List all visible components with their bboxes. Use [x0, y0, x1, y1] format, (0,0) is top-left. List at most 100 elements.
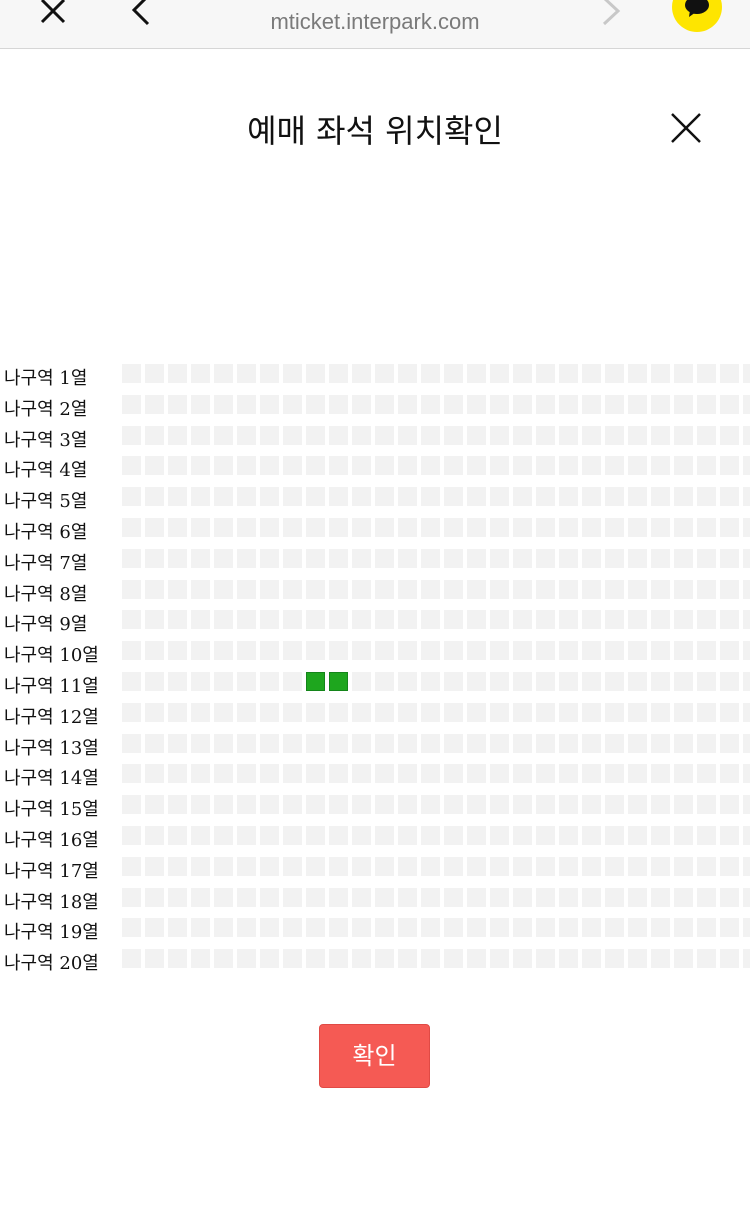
seat[interactable]: [214, 888, 233, 907]
seat[interactable]: [674, 795, 693, 814]
seat[interactable]: [467, 549, 486, 568]
seat[interactable]: [214, 456, 233, 475]
seat[interactable]: [743, 795, 750, 814]
seat[interactable]: [122, 395, 141, 414]
seat[interactable]: [352, 518, 371, 537]
seat[interactable]: [398, 364, 417, 383]
seat[interactable]: [122, 549, 141, 568]
seat[interactable]: [398, 456, 417, 475]
seat[interactable]: [237, 426, 256, 445]
seat[interactable]: [467, 918, 486, 937]
seat[interactable]: [283, 703, 302, 722]
seat[interactable]: [375, 641, 394, 660]
seat[interactable]: [513, 549, 532, 568]
seat[interactable]: [191, 888, 210, 907]
seat[interactable]: [283, 918, 302, 937]
seat[interactable]: [421, 395, 440, 414]
seat[interactable]: [421, 364, 440, 383]
seat[interactable]: [720, 456, 739, 475]
seat[interactable]: [720, 888, 739, 907]
seat[interactable]: [191, 456, 210, 475]
seat[interactable]: [214, 426, 233, 445]
seat[interactable]: [283, 888, 302, 907]
seat[interactable]: [513, 456, 532, 475]
seat[interactable]: [283, 610, 302, 629]
seat[interactable]: [467, 672, 486, 691]
seat[interactable]: [260, 888, 279, 907]
seat[interactable]: [444, 641, 463, 660]
seat[interactable]: [743, 580, 750, 599]
seat[interactable]: [122, 764, 141, 783]
seat[interactable]: [674, 734, 693, 753]
seat[interactable]: [237, 795, 256, 814]
seat[interactable]: [490, 888, 509, 907]
seat[interactable]: [697, 580, 716, 599]
seat[interactable]: [398, 826, 417, 845]
seat[interactable]: [605, 857, 624, 876]
seat[interactable]: [444, 795, 463, 814]
seat[interactable]: [559, 795, 578, 814]
seat[interactable]: [145, 487, 164, 506]
seat[interactable]: [628, 857, 647, 876]
seat[interactable]: [628, 487, 647, 506]
seat[interactable]: [145, 949, 164, 968]
seat[interactable]: [145, 703, 164, 722]
seat[interactable]: [605, 487, 624, 506]
seat[interactable]: [122, 456, 141, 475]
seat[interactable]: [605, 549, 624, 568]
seat[interactable]: [582, 764, 601, 783]
seat[interactable]: [720, 518, 739, 537]
seat[interactable]: [375, 795, 394, 814]
seat[interactable]: [168, 703, 187, 722]
seat[interactable]: [582, 549, 601, 568]
seat[interactable]: [697, 426, 716, 445]
seat[interactable]: [421, 764, 440, 783]
seat[interactable]: [145, 826, 164, 845]
seat[interactable]: [651, 580, 670, 599]
seat[interactable]: [375, 487, 394, 506]
seat[interactable]: [191, 918, 210, 937]
seat[interactable]: [513, 918, 532, 937]
seat[interactable]: [513, 703, 532, 722]
seat[interactable]: [214, 918, 233, 937]
seat[interactable]: [214, 580, 233, 599]
seat[interactable]: [490, 764, 509, 783]
seat[interactable]: [582, 734, 601, 753]
seat[interactable]: [191, 795, 210, 814]
seat[interactable]: [214, 703, 233, 722]
seat[interactable]: [513, 518, 532, 537]
seat[interactable]: [145, 672, 164, 691]
seat[interactable]: [306, 426, 325, 445]
seat[interactable]: [674, 949, 693, 968]
seat[interactable]: [513, 610, 532, 629]
seat[interactable]: [467, 888, 486, 907]
seat[interactable]: [145, 764, 164, 783]
seat[interactable]: [352, 426, 371, 445]
seat[interactable]: [237, 487, 256, 506]
seat[interactable]: [628, 918, 647, 937]
seat[interactable]: [674, 888, 693, 907]
seat[interactable]: [467, 395, 486, 414]
seat[interactable]: [513, 426, 532, 445]
seat[interactable]: [145, 426, 164, 445]
seat[interactable]: [260, 487, 279, 506]
seat[interactable]: [306, 888, 325, 907]
seat[interactable]: [628, 888, 647, 907]
seat[interactable]: [697, 610, 716, 629]
seat[interactable]: [651, 456, 670, 475]
seat[interactable]: [582, 672, 601, 691]
seat[interactable]: [260, 426, 279, 445]
seat[interactable]: [536, 764, 555, 783]
seat[interactable]: [398, 518, 417, 537]
seat[interactable]: [467, 703, 486, 722]
seat[interactable]: [720, 764, 739, 783]
seat[interactable]: [145, 734, 164, 753]
seat[interactable]: [536, 918, 555, 937]
seat[interactable]: [237, 888, 256, 907]
seat[interactable]: [122, 734, 141, 753]
seat[interactable]: [444, 487, 463, 506]
seat[interactable]: [398, 641, 417, 660]
seat[interactable]: [260, 703, 279, 722]
seat[interactable]: [490, 703, 509, 722]
seat[interactable]: [513, 641, 532, 660]
